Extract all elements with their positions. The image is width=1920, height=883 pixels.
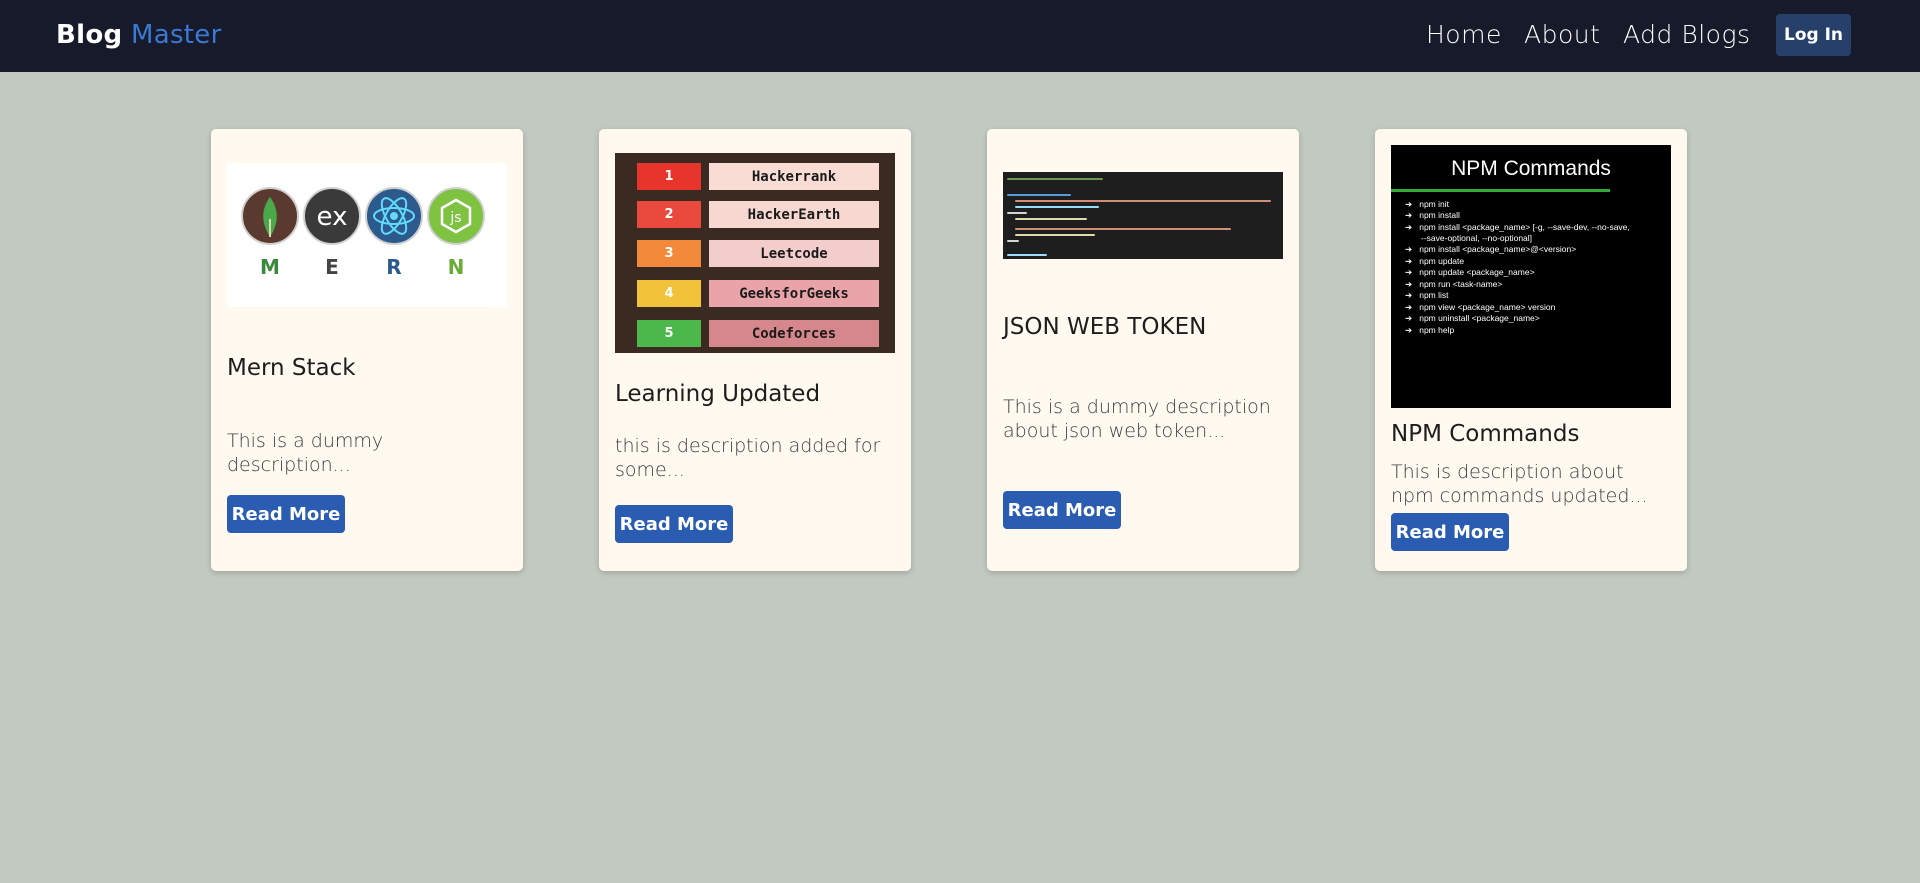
- rank-name: HackerEarth: [709, 201, 879, 228]
- npm-image-heading: NPM Commands: [1451, 157, 1611, 180]
- card-image-npm: NPM Commands ➔ npm init ➔ npm install ➔ …: [1391, 145, 1671, 408]
- npm-item: ➔ npm help: [1405, 325, 1455, 335]
- nav-about-link[interactable]: About: [1524, 20, 1600, 49]
- nav-add-blogs-link[interactable]: Add Blogs: [1623, 20, 1751, 49]
- npm-item: ➔ npm run <task-name>: [1405, 279, 1503, 289]
- card-title: NPM Commands: [1391, 421, 1580, 447]
- mongodb-leaf-icon: [241, 187, 299, 245]
- express-icon: ex: [303, 187, 361, 245]
- card-title: Mern Stack: [227, 355, 356, 381]
- card-title: JSON WEB TOKEN: [1003, 314, 1207, 340]
- navbar: Blog Master Home About Add Blogs Log In: [0, 0, 1920, 72]
- read-more-button[interactable]: Read More: [1003, 491, 1121, 529]
- rank-name: Codeforces: [709, 320, 879, 347]
- blog-card: NPM Commands ➔ npm init ➔ npm install ➔ …: [1375, 129, 1687, 571]
- mern-letter-m: M: [260, 255, 280, 279]
- card-description: This is description about npm commands u…: [1391, 461, 1648, 507]
- card-image-mern: ex js M E R N: [227, 163, 507, 307]
- brand-part-2: Master: [130, 20, 222, 50]
- card-image-learning: 1 Hackerrank 2 HackerEarth 3 Leetcode 4 …: [615, 153, 895, 353]
- npm-item: ➔ npm install <package_name>@<version>: [1405, 244, 1577, 254]
- card-description: this is description added for some...: [615, 435, 881, 481]
- rank-number: 5: [637, 320, 701, 347]
- rank-number: 1: [637, 163, 701, 190]
- npm-item: --save-optional, --no-optional]: [1421, 233, 1533, 243]
- mern-letter-e: E: [325, 255, 339, 279]
- npm-item: ➔ npm install: [1405, 210, 1460, 220]
- rank-name: GeeksforGeeks: [709, 280, 879, 307]
- read-more-button[interactable]: Read More: [227, 495, 345, 533]
- card-description: This is a dummy description about json w…: [1003, 396, 1271, 442]
- blog-card: ex js M E R N Mern Stack This is a dummy…: [211, 129, 523, 571]
- npm-item: ➔ npm uninstall <package_name>: [1405, 313, 1540, 323]
- npm-item: ➔ npm install <package_name> [-g, --save…: [1405, 222, 1630, 232]
- rank-number: 3: [637, 240, 701, 267]
- rank-name: Hackerrank: [709, 163, 879, 190]
- brand-logo[interactable]: Blog Master: [56, 20, 222, 50]
- blog-card: JSON WEB TOKEN This is a dummy descripti…: [987, 129, 1299, 571]
- rank-number: 4: [637, 280, 701, 307]
- npm-item: ➔ npm list: [1405, 290, 1449, 300]
- npm-item: ➔ npm update <package_name>: [1405, 267, 1535, 277]
- express-icon-text: ex: [317, 202, 348, 232]
- mern-letter-n: N: [447, 255, 465, 279]
- card-description: This is a dummy description...: [227, 430, 384, 476]
- card-image-code: [1003, 172, 1283, 259]
- card-title: Learning Updated: [615, 381, 821, 407]
- blog-card: 1 Hackerrank 2 HackerEarth 3 Leetcode 4 …: [599, 129, 911, 571]
- read-more-button[interactable]: Read More: [1391, 513, 1509, 551]
- nodejs-icon: js: [427, 187, 485, 245]
- rank-name: Leetcode: [709, 240, 879, 267]
- mern-letter-r: R: [386, 255, 402, 279]
- read-more-button[interactable]: Read More: [615, 505, 733, 543]
- npm-item: ➔ npm view <package_name> version: [1405, 302, 1556, 312]
- react-icon: [365, 187, 423, 245]
- login-button[interactable]: Log In: [1776, 14, 1851, 56]
- nodejs-icon-text: js: [449, 210, 461, 226]
- npm-item: ➔ npm update: [1405, 256, 1465, 266]
- nav-home-link[interactable]: Home: [1426, 20, 1502, 49]
- npm-item: ➔ npm init: [1405, 199, 1449, 209]
- brand-part-1: Blog: [56, 20, 123, 50]
- rank-number: 2: [637, 201, 701, 228]
